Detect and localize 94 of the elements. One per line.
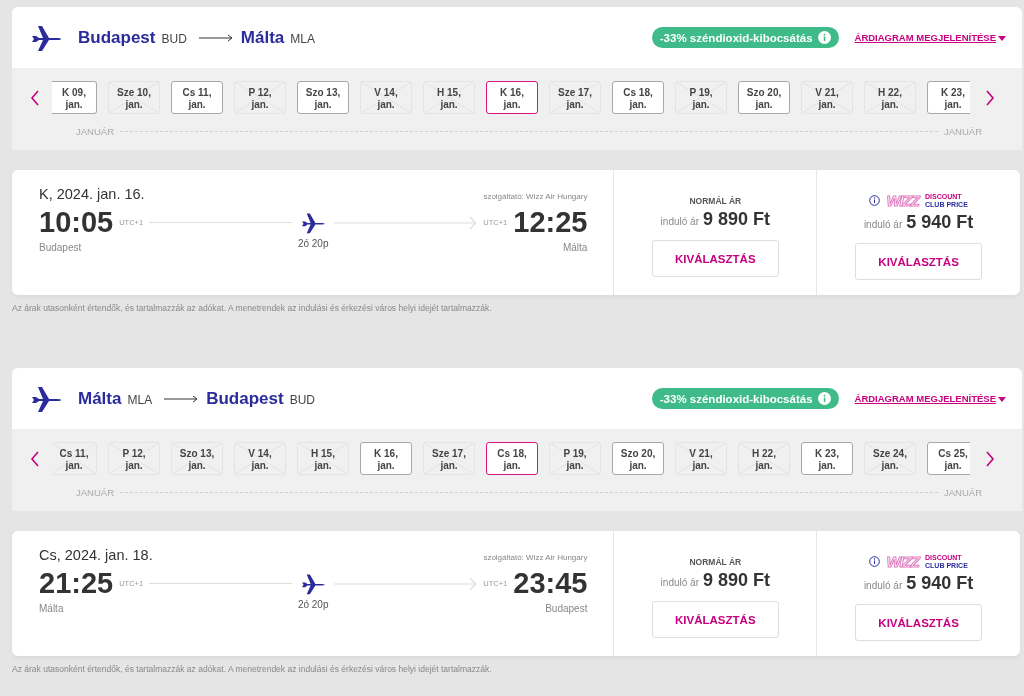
flight-date: K, 2024. jan. 16. — [39, 186, 145, 202]
destination-city: Málta — [240, 27, 285, 48]
airplane-icon — [30, 384, 62, 413]
date-button[interactable]: K 23, jan. — [927, 81, 970, 114]
month-label: JANUÁR — [76, 487, 114, 498]
price-chart-link[interactable]: ÁRDIAGRAM MEGJELENÍTÉSE — [854, 393, 1006, 404]
date-button[interactable]: Szo 13, jan. — [171, 442, 223, 475]
origin-code: MLA — [127, 392, 153, 407]
previous-icon[interactable] — [30, 89, 40, 106]
club-logo: WIZZ — [886, 192, 920, 209]
price-note: Az árak utasonként értendők, és tartalmazzák az adókat. A menetrendek az indulási és érkezési város helyi idejét tartalmazzák. — [12, 303, 493, 313]
co2-badge: -33% széndioxid-kibocsátás — [651, 388, 839, 409]
price-prefix: induló ár — [863, 580, 903, 591]
select-button[interactable]: KIVÁLASZTÁS — [651, 240, 779, 277]
month-label: JANUÁR — [944, 487, 982, 498]
date-button[interactable]: Cs 25, jan. — [927, 442, 970, 475]
price-chart-link[interactable]: ÁRDIAGRAM MEGJELENÍTÉSE — [854, 32, 1006, 43]
flight-duration: 2ó 20p — [297, 598, 329, 610]
date-button[interactable]: Szo 13, jan. — [297, 81, 349, 114]
date-button[interactable]: V 14, jan. — [234, 442, 286, 475]
date-button[interactable]: P 12, jan. — [108, 442, 160, 475]
info-icon — [817, 392, 831, 405]
date-button[interactable]: K 23, jan. — [801, 442, 853, 475]
previous-icon[interactable] — [30, 450, 40, 467]
date-button[interactable]: Sze 17, jan. — [549, 81, 601, 114]
flight-date: Cs, 2024. jan. 18. — [39, 547, 153, 563]
date-button[interactable]: H 22, jan. — [738, 442, 790, 475]
date-button[interactable]: V 21, jan. — [675, 442, 727, 475]
operator-label: szolgáltató: Wizz Air Hungary — [483, 192, 588, 201]
date-button[interactable]: H 15, jan. — [297, 442, 349, 475]
airplane-icon — [300, 572, 327, 595]
date-button[interactable]: Cs 18, jan. — [612, 81, 664, 114]
destination-code: BUD — [289, 392, 315, 407]
price-prefix: induló ár — [660, 577, 699, 588]
origin-city: Málta — [39, 603, 64, 614]
club-logo: WIZZ — [886, 553, 920, 570]
caret-icon — [998, 36, 1006, 41]
airplane-icon — [300, 211, 327, 234]
date-button[interactable]: Szo 20, jan. — [612, 442, 664, 475]
date-button[interactable]: Szo 20, jan. — [738, 81, 790, 114]
departure-time: 10:05 — [39, 206, 114, 239]
next-icon[interactable] — [985, 450, 995, 467]
date-button[interactable]: P 19, jan. — [549, 442, 601, 475]
select-button[interactable]: KIVÁLASZTÁS — [855, 604, 983, 641]
date-button[interactable]: Cs 11, jan. — [52, 442, 97, 475]
info-icon[interactable] — [869, 195, 881, 206]
destination-city: Málta — [562, 242, 588, 253]
arrival-time: 23:45 — [513, 567, 588, 600]
date-button[interactable]: Cs 11, jan. — [171, 81, 223, 114]
arrow-icon — [164, 394, 199, 403]
date-button[interactable]: Sze 24, jan. — [864, 442, 916, 475]
date-button[interactable]: K 16, jan. — [360, 442, 412, 475]
fare-price: 5 940 Ft — [906, 573, 974, 594]
arrival-time: 12:25 — [513, 206, 588, 239]
date-button[interactable]: V 21, jan. — [801, 81, 853, 114]
operator-label: szolgáltató: Wizz Air Hungary — [483, 553, 588, 562]
departure-time: 21:25 — [39, 567, 114, 600]
date-button[interactable]: Sze 17, jan. — [423, 442, 475, 475]
origin-code: BUD — [161, 31, 187, 46]
select-button[interactable]: KIVÁLASZTÁS — [855, 243, 983, 280]
info-icon — [817, 31, 831, 44]
date-button[interactable]: H 22, jan. — [864, 81, 916, 114]
fare-title: NORMÁL ÁR — [689, 557, 742, 567]
fare-price: 5 940 Ft — [906, 212, 974, 233]
date-button[interactable]: P 19, jan. — [675, 81, 727, 114]
fare-title: NORMÁL ÁR — [689, 196, 742, 206]
month-label: JANUÁR — [76, 126, 114, 137]
date-button[interactable]: K 16, jan. — [486, 81, 538, 114]
origin-city: Málta — [78, 388, 122, 409]
price-prefix: induló ár — [660, 216, 699, 227]
fare-price: 9 890 Ft — [702, 209, 770, 230]
caret-icon — [998, 397, 1006, 402]
date-button[interactable]: Cs 18, jan. — [486, 442, 538, 475]
arrow-icon — [198, 33, 233, 42]
destination-code: MLA — [290, 31, 315, 46]
date-button[interactable]: H 15, jan. — [423, 81, 475, 114]
info-icon[interactable] — [869, 556, 881, 567]
month-label: JANUÁR — [944, 126, 982, 137]
flight-duration: 2ó 20p — [297, 237, 329, 249]
date-button[interactable]: V 14, jan. — [360, 81, 412, 114]
co2-badge: -33% széndioxid-kibocsátás — [651, 27, 839, 48]
price-prefix: induló ár — [863, 219, 903, 230]
origin-city: Budapest — [39, 242, 82, 253]
date-button[interactable]: Sze 10, jan. — [108, 81, 160, 114]
airplane-icon — [30, 23, 62, 52]
date-button[interactable]: P 12, jan. — [234, 81, 286, 114]
destination-city: Budapest — [206, 388, 284, 409]
next-icon[interactable] — [985, 89, 995, 106]
price-note: Az árak utasonként értendők, és tartalmazzák az adókat. A menetrendek az indulási és érkezési város helyi idejét tartalmazzák. — [12, 664, 493, 674]
select-button[interactable]: KIVÁLASZTÁS — [651, 601, 779, 638]
destination-city: Budapest — [545, 603, 588, 614]
origin-city: Budapest — [78, 27, 156, 48]
date-button[interactable]: K 09, jan. — [52, 81, 97, 114]
fare-price: 9 890 Ft — [702, 570, 770, 591]
